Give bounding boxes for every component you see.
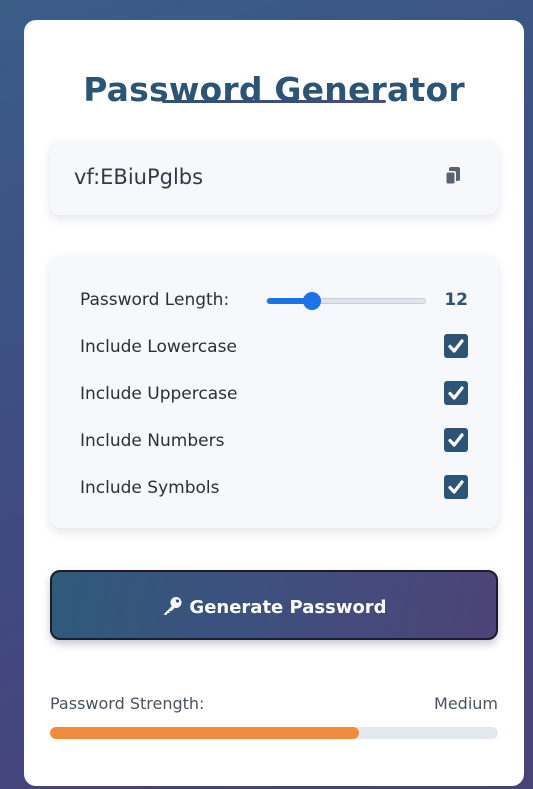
option-symbols-label: Include Symbols [80,478,220,498]
length-value: 12 [444,290,468,310]
strength-value: Medium [434,694,498,713]
check-icon [448,480,464,494]
uppercase-checkbox[interactable] [444,381,468,405]
generator-card: Password Generator vf:EBiuPglbs Password… [24,20,524,786]
option-uppercase-label: Include Uppercase [80,384,238,404]
check-icon [448,386,464,400]
option-lowercase: Include Lowercase [80,333,468,361]
strength-label: Password Strength: [50,694,205,713]
generate-button-label: Generate Password [189,597,387,618]
numbers-checkbox[interactable] [444,428,468,452]
length-row: Password Length: 12 [80,286,468,314]
symbols-checkbox[interactable] [444,475,468,499]
key-icon [161,596,183,619]
option-numbers: Include Numbers [80,427,468,455]
length-label: Password Length: [80,290,230,310]
length-slider[interactable] [266,292,426,310]
password-text[interactable]: vf:EBiuPglbs [74,165,203,189]
password-output: vf:EBiuPglbs [50,141,498,215]
option-symbols: Include Symbols [80,474,468,502]
check-icon [448,433,464,447]
option-numbers-label: Include Numbers [80,431,225,451]
option-lowercase-label: Include Lowercase [80,337,237,357]
page-title: Password Generator [83,70,465,109]
lowercase-checkbox[interactable] [444,334,468,358]
option-uppercase: Include Uppercase [80,380,468,408]
strength-meter-fill [50,727,360,739]
generate-password-button[interactable]: Generate Password [50,570,498,640]
strength-meter [50,727,498,739]
copy-button[interactable] [440,165,466,191]
settings-panel: Password Length: 12 Include Lowercase In… [50,256,498,528]
copy-icon [442,167,464,192]
title-underline [162,100,386,103]
check-icon [448,339,464,353]
slider-thumb[interactable] [303,292,322,310]
